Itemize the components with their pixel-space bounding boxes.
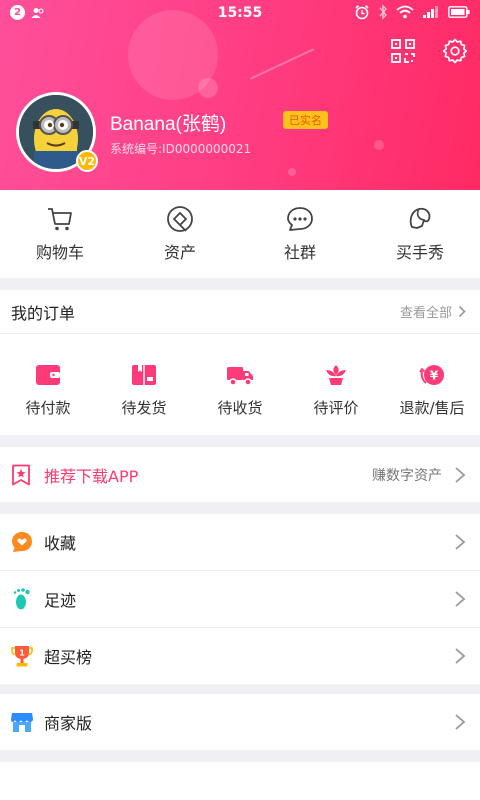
quick-actions: 购物车 资产 社群 买手秀 — [0, 190, 480, 278]
bluetooth-icon — [379, 4, 387, 20]
status-bar: 2 15:55 — [0, 0, 480, 26]
quick-action-assets[interactable]: 资产 — [120, 190, 240, 278]
orders-title: 我的订单 — [11, 303, 76, 323]
profile-header: 2 15:55 V2 Banana(张鹤) 已实名 系统编号:ID0000000… — [0, 0, 480, 190]
recommend-app-row[interactable]: 推荐下载APP 赚数字资产 — [0, 447, 480, 502]
section-gap — [0, 502, 480, 514]
order-status-pending-receipt[interactable]: 待收货 — [192, 335, 288, 435]
trophy-icon: 1 — [11, 646, 33, 667]
order-status-label: 退款/售后 — [399, 399, 465, 417]
menu-row-label: 超买榜 — [44, 648, 93, 667]
order-status-label: 待发货 — [121, 399, 167, 417]
quick-action-label: 社群 — [283, 243, 316, 262]
chevron-right-icon — [458, 305, 466, 318]
chevron-right-icon — [455, 466, 466, 483]
menu-row-label: 收藏 — [44, 534, 77, 553]
decor-streak — [249, 48, 315, 80]
recommend-app-label: 推荐下载APP — [44, 466, 139, 486]
decor-dot — [198, 78, 218, 98]
chevron-right-icon — [455, 714, 466, 730]
view-all-label: 查看全部 — [399, 306, 452, 321]
bookmark-star-icon — [12, 464, 30, 485]
system-id: 系统编号:ID0000000021 — [110, 142, 252, 156]
cart-icon — [48, 208, 72, 231]
decor-dot — [288, 168, 296, 176]
svg-text:1: 1 — [19, 649, 25, 658]
view-all-orders-link[interactable]: 查看全部 — [400, 302, 466, 321]
order-status-pending-shipment[interactable]: 待发货 — [96, 335, 192, 435]
qr-code-icon[interactable] — [390, 38, 416, 64]
menu-row-merchant[interactable]: 商家版 — [0, 694, 480, 750]
decor-dot — [374, 140, 384, 150]
signal-icon — [423, 6, 438, 18]
refund-icon: ¥ — [419, 365, 444, 385]
username: Banana(张鹤) — [110, 114, 227, 135]
chevron-right-icon — [455, 591, 466, 607]
battery-icon — [448, 6, 470, 18]
menu-row-top-sellers[interactable]: 1 超买榜 — [0, 628, 480, 684]
store-icon — [11, 713, 33, 732]
quick-action-community[interactable]: 社群 — [240, 190, 360, 278]
quick-action-buyer-show[interactable]: 买手秀 — [360, 190, 480, 278]
quick-action-label: 资产 — [163, 243, 196, 262]
wifi-icon — [396, 5, 414, 19]
buyer-show-icon — [409, 207, 431, 229]
quick-action-cart[interactable]: 购物车 — [0, 190, 120, 278]
assets-icon — [167, 206, 193, 232]
order-status-pending-payment[interactable]: 待付款 — [0, 335, 96, 435]
quick-action-label: 购物车 — [35, 243, 84, 262]
section-gap — [0, 435, 480, 447]
section-gap — [0, 750, 480, 762]
chat-icon — [287, 207, 313, 231]
menu-row-label: 商家版 — [44, 714, 93, 733]
order-status-refund-aftersales[interactable]: ¥ 退款/售后 — [384, 335, 480, 435]
favorite-icon — [12, 532, 32, 552]
quick-action-label: 买手秀 — [395, 243, 444, 262]
order-status-label: 待评价 — [313, 399, 359, 417]
alarm-icon — [355, 4, 369, 20]
section-gap — [0, 684, 480, 694]
truck-icon — [227, 367, 253, 386]
menu-row-favorites[interactable]: 收藏 — [0, 514, 480, 570]
menu-row-footprints[interactable]: 足迹 — [0, 571, 480, 627]
svg-text:¥: ¥ — [430, 369, 439, 383]
order-status-pending-review[interactable]: 待评价 — [288, 335, 384, 435]
order-status-label: 待付款 — [25, 399, 71, 417]
chevron-right-icon — [455, 648, 466, 664]
earn-assets-text: 赚数字资产 — [372, 467, 442, 484]
menu-row-label: 足迹 — [44, 591, 77, 610]
section-gap — [0, 278, 480, 290]
order-status-row: 待付款 待发货 待收货 待评价 ¥ 退款/售后 — [0, 335, 480, 435]
order-status-label: 待收货 — [217, 399, 263, 417]
settings-gear-icon[interactable] — [442, 38, 468, 64]
verified-badge: 已实名 — [283, 111, 328, 129]
vip-level-badge: V2 — [76, 150, 98, 172]
wallet-icon — [36, 365, 60, 385]
orders-header: 我的订单 查看全部 — [0, 290, 480, 334]
footprint-icon — [13, 588, 30, 610]
flower-icon — [326, 365, 346, 385]
package-icon — [132, 365, 156, 385]
chevron-right-icon — [455, 534, 466, 550]
